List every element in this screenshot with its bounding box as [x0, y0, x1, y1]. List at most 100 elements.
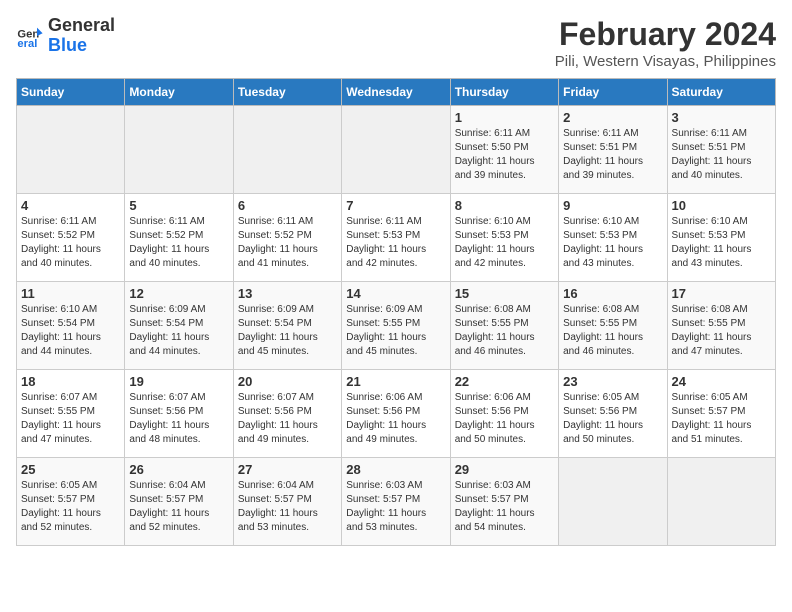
calendar-cell: 23 Sunrise: 6:05 AM Sunset: 5:56 PM Dayli…	[559, 370, 667, 458]
day-number: 3	[672, 110, 771, 125]
day-number: 22	[455, 374, 554, 389]
calendar-cell: 28 Sunrise: 6:03 AM Sunset: 5:57 PM Dayli…	[342, 458, 450, 546]
calendar-cell: 14 Sunrise: 6:09 AM Sunset: 5:55 PM Dayli…	[342, 282, 450, 370]
day-info: Sunrise: 6:04 AM Sunset: 5:57 PM Dayligh…	[129, 479, 228, 535]
day-info: Sunrise: 6:04 AM Sunset: 5:57 PM Dayligh…	[238, 479, 337, 535]
calendar-cell: 5Sunrise: 6:11 AM Sunset: 5:52 PM Daylig…	[125, 194, 233, 282]
day-number: 28	[346, 462, 445, 477]
page-subtitle: Pili, Western Visayas, Philippines	[555, 53, 776, 70]
day-info: Sunrise: 6:11 AM Sunset: 5:52 PM Dayligh…	[129, 215, 228, 271]
calendar-cell	[125, 106, 233, 194]
day-info: Sunrise: 6:09 AM Sunset: 5:54 PM Dayligh…	[238, 303, 337, 359]
day-number: 14	[346, 286, 445, 301]
calendar-cell: 19Sunrise: 6:07 AM Sunset: 5:56 PM Dayli…	[125, 370, 233, 458]
calendar-week-2: 4 Sunrise: 6:11 AM Sunset: 5:52 PM Daylig…	[17, 194, 776, 282]
calendar-cell: 9 Sunrise: 6:10 AM Sunset: 5:53 PM Daylig…	[559, 194, 667, 282]
calendar-cell: 24 Sunrise: 6:05 AM Sunset: 5:57 PM Dayli…	[667, 370, 775, 458]
logo: Gen eral GeneralBlue	[16, 16, 115, 56]
svg-text:eral: eral	[17, 38, 37, 50]
day-info: Sunrise: 6:11 AM Sunset: 5:50 PM Dayligh…	[455, 127, 554, 183]
calendar-cell: 2Sunrise: 6:11 AM Sunset: 5:51 PM Daylig…	[559, 106, 667, 194]
calendar-cell: 20 Sunrise: 6:07 AM Sunset: 5:56 PM Dayli…	[233, 370, 341, 458]
calendar-week-1: 1 Sunrise: 6:11 AM Sunset: 5:50 PM Daylig…	[17, 106, 776, 194]
day-info: Sunrise: 6:10 AM Sunset: 5:54 PM Dayligh…	[21, 303, 120, 359]
day-number: 4	[21, 198, 120, 213]
day-number: 12	[129, 286, 228, 301]
calendar-week-5: 25 Sunrise: 6:05 AM Sunset: 5:57 PM Dayli…	[17, 458, 776, 546]
day-number: 1	[455, 110, 554, 125]
day-header-tuesday: Tuesday	[233, 79, 341, 106]
day-info: Sunrise: 6:05 AM Sunset: 5:57 PM Dayligh…	[21, 479, 120, 535]
calendar-cell: 12Sunrise: 6:09 AM Sunset: 5:54 PM Dayli…	[125, 282, 233, 370]
calendar-body: 1 Sunrise: 6:11 AM Sunset: 5:50 PM Daylig…	[17, 106, 776, 546]
day-info: Sunrise: 6:07 AM Sunset: 5:56 PM Dayligh…	[129, 391, 228, 447]
day-header-saturday: Saturday	[667, 79, 775, 106]
day-number: 29	[455, 462, 554, 477]
day-number: 20	[238, 374, 337, 389]
day-info: Sunrise: 6:06 AM Sunset: 5:56 PM Dayligh…	[455, 391, 554, 447]
day-number: 17	[672, 286, 771, 301]
page-header: Gen eral GeneralBlue February 2024 Pili,…	[16, 16, 776, 70]
calendar-table: SundayMondayTuesdayWednesdayThursdayFrid…	[16, 78, 776, 546]
day-info: Sunrise: 6:08 AM Sunset: 5:55 PM Dayligh…	[563, 303, 662, 359]
day-number: 15	[455, 286, 554, 301]
day-number: 6	[238, 198, 337, 213]
day-header-sunday: Sunday	[17, 79, 125, 106]
day-info: Sunrise: 6:11 AM Sunset: 5:52 PM Dayligh…	[238, 215, 337, 271]
day-info: Sunrise: 6:07 AM Sunset: 5:56 PM Dayligh…	[238, 391, 337, 447]
calendar-cell: 10Sunrise: 6:10 AM Sunset: 5:53 PM Dayli…	[667, 194, 775, 282]
day-info: Sunrise: 6:10 AM Sunset: 5:53 PM Dayligh…	[563, 215, 662, 271]
day-number: 11	[21, 286, 120, 301]
title-block: February 2024 Pili, Western Visayas, Phi…	[555, 16, 776, 70]
day-info: Sunrise: 6:07 AM Sunset: 5:55 PM Dayligh…	[21, 391, 120, 447]
calendar-cell: 27Sunrise: 6:04 AM Sunset: 5:57 PM Dayli…	[233, 458, 341, 546]
calendar-cell: 29 Sunrise: 6:03 AM Sunset: 5:57 PM Dayli…	[450, 458, 558, 546]
calendar-cell: 7 Sunrise: 6:11 AM Sunset: 5:53 PM Daylig…	[342, 194, 450, 282]
calendar-week-3: 11 Sunrise: 6:10 AM Sunset: 5:54 PM Dayli…	[17, 282, 776, 370]
day-info: Sunrise: 6:10 AM Sunset: 5:53 PM Dayligh…	[455, 215, 554, 271]
calendar-cell: 18 Sunrise: 6:07 AM Sunset: 5:55 PM Dayli…	[17, 370, 125, 458]
calendar-header: SundayMondayTuesdayWednesdayThursdayFrid…	[17, 79, 776, 106]
day-info: Sunrise: 6:05 AM Sunset: 5:56 PM Dayligh…	[563, 391, 662, 447]
day-number: 24	[672, 374, 771, 389]
day-number: 8	[455, 198, 554, 213]
day-info: Sunrise: 6:03 AM Sunset: 5:57 PM Dayligh…	[346, 479, 445, 535]
day-info: Sunrise: 6:11 AM Sunset: 5:52 PM Dayligh…	[21, 215, 120, 271]
day-header-friday: Friday	[559, 79, 667, 106]
calendar-cell: 6 Sunrise: 6:11 AM Sunset: 5:52 PM Daylig…	[233, 194, 341, 282]
calendar-cell: 1 Sunrise: 6:11 AM Sunset: 5:50 PM Daylig…	[450, 106, 558, 194]
calendar-cell: 16Sunrise: 6:08 AM Sunset: 5:55 PM Dayli…	[559, 282, 667, 370]
calendar-cell: 17Sunrise: 6:08 AM Sunset: 5:55 PM Dayli…	[667, 282, 775, 370]
page-title: February 2024	[555, 16, 776, 53]
day-number: 21	[346, 374, 445, 389]
calendar-cell: 25 Sunrise: 6:05 AM Sunset: 5:57 PM Dayli…	[17, 458, 125, 546]
calendar-cell	[667, 458, 775, 546]
day-info: Sunrise: 6:11 AM Sunset: 5:51 PM Dayligh…	[672, 127, 771, 183]
day-info: Sunrise: 6:06 AM Sunset: 5:56 PM Dayligh…	[346, 391, 445, 447]
day-number: 18	[21, 374, 120, 389]
day-info: Sunrise: 6:03 AM Sunset: 5:57 PM Dayligh…	[455, 479, 554, 535]
day-number: 25	[21, 462, 120, 477]
calendar-cell: 4 Sunrise: 6:11 AM Sunset: 5:52 PM Daylig…	[17, 194, 125, 282]
calendar-cell: 13 Sunrise: 6:09 AM Sunset: 5:54 PM Dayli…	[233, 282, 341, 370]
calendar-cell	[342, 106, 450, 194]
logo-icon: Gen eral	[16, 22, 44, 50]
calendar-cell: 11 Sunrise: 6:10 AM Sunset: 5:54 PM Dayli…	[17, 282, 125, 370]
calendar-cell: 21 Sunrise: 6:06 AM Sunset: 5:56 PM Dayli…	[342, 370, 450, 458]
day-header-thursday: Thursday	[450, 79, 558, 106]
day-info: Sunrise: 6:11 AM Sunset: 5:51 PM Dayligh…	[563, 127, 662, 183]
day-number: 9	[563, 198, 662, 213]
day-number: 23	[563, 374, 662, 389]
calendar-cell	[559, 458, 667, 546]
day-number: 13	[238, 286, 337, 301]
day-info: Sunrise: 6:09 AM Sunset: 5:55 PM Dayligh…	[346, 303, 445, 359]
calendar-cell	[233, 106, 341, 194]
day-info: Sunrise: 6:05 AM Sunset: 5:57 PM Dayligh…	[672, 391, 771, 447]
calendar-cell: 8 Sunrise: 6:10 AM Sunset: 5:53 PM Daylig…	[450, 194, 558, 282]
calendar-week-4: 18 Sunrise: 6:07 AM Sunset: 5:55 PM Dayli…	[17, 370, 776, 458]
calendar-cell: 22 Sunrise: 6:06 AM Sunset: 5:56 PM Dayli…	[450, 370, 558, 458]
day-header-wednesday: Wednesday	[342, 79, 450, 106]
logo-text: GeneralBlue	[48, 16, 115, 56]
day-info: Sunrise: 6:11 AM Sunset: 5:53 PM Dayligh…	[346, 215, 445, 271]
day-number: 7	[346, 198, 445, 213]
